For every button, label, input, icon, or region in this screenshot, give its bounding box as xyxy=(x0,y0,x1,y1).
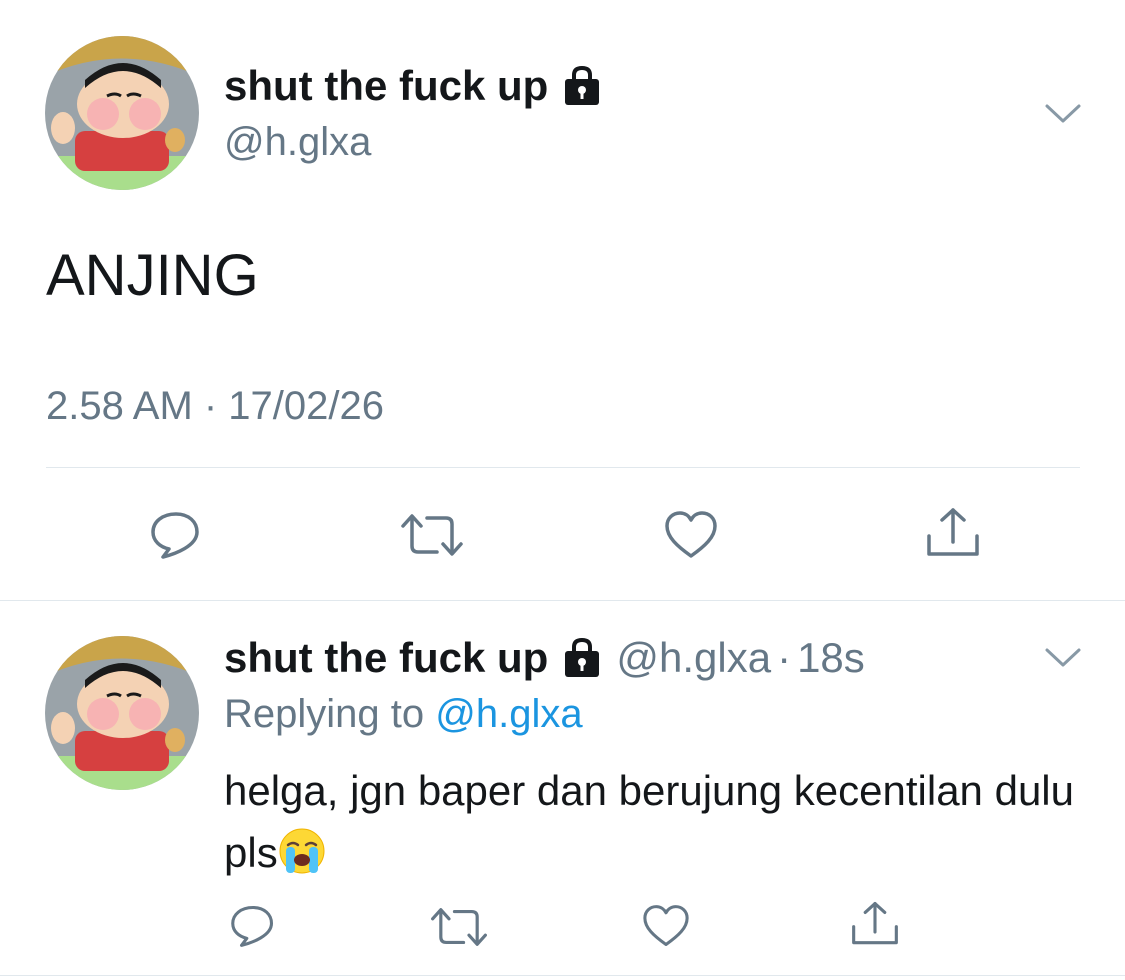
tweet-timestamp[interactable]: 2.58 AM · 17/02/26 xyxy=(46,384,384,429)
chevron-down-icon[interactable] xyxy=(1044,101,1082,127)
tweet-header: shut the fuck up @h.glxa · 18s xyxy=(224,634,865,682)
tweet-text: helga, jgn baper dan berujung kecentilan… xyxy=(224,760,1084,884)
like-icon[interactable] xyxy=(663,510,719,560)
retweet-icon[interactable] xyxy=(429,906,489,948)
replying-prefix: Replying to xyxy=(224,692,425,736)
avatar[interactable] xyxy=(45,636,199,790)
display-name[interactable]: shut the fuck up xyxy=(224,634,548,682)
share-icon[interactable] xyxy=(925,506,981,560)
tweet-time[interactable]: 18s xyxy=(797,634,865,682)
reply-icon[interactable] xyxy=(229,904,277,948)
reply-mention-link[interactable]: @h.glxa xyxy=(435,692,582,736)
avatar[interactable] xyxy=(45,36,199,190)
divider xyxy=(46,467,1080,468)
display-name-text: shut the fuck up xyxy=(224,62,549,109)
lock-icon xyxy=(562,65,602,107)
like-icon[interactable] xyxy=(641,904,691,948)
share-icon[interactable] xyxy=(850,900,900,948)
separator: · xyxy=(777,634,792,681)
divider xyxy=(0,600,1125,601)
retweet-icon[interactable] xyxy=(399,512,465,558)
chevron-down-icon[interactable] xyxy=(1044,645,1082,671)
tweet-text: ANJING xyxy=(46,243,259,308)
reply-icon[interactable] xyxy=(149,510,203,560)
replying-to: Replying to @h.glxa xyxy=(224,692,583,737)
divider xyxy=(0,975,1125,976)
lock-icon xyxy=(562,637,602,679)
display-name[interactable]: shut the fuck up xyxy=(224,62,602,110)
tweet-text-content: helga, jgn baper dan berujung kecentilan… xyxy=(224,767,1074,876)
handle[interactable]: @h.glxa xyxy=(616,634,771,682)
crying-face-emoji xyxy=(278,827,326,875)
handle[interactable]: @h.glxa xyxy=(224,120,371,165)
